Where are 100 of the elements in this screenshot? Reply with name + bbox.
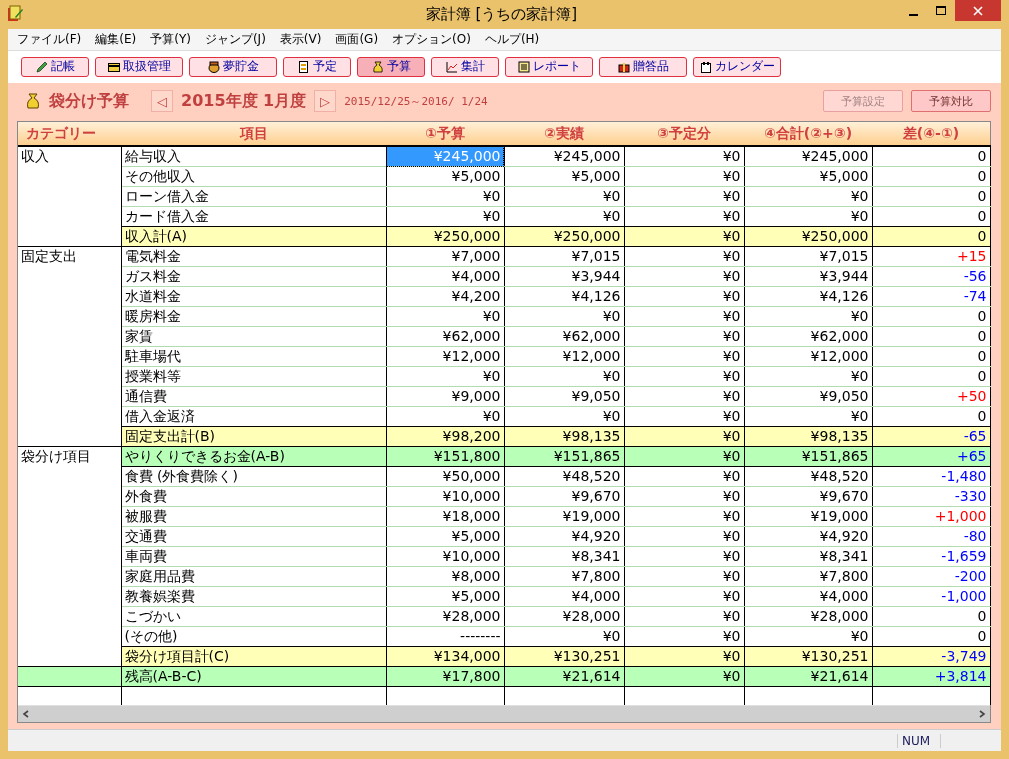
menu-item[interactable]: 表示(V) [272,30,329,48]
toolbar-button[interactable]: 予定 [283,56,351,77]
header-button[interactable]: 予算対比 [911,90,991,112]
table-cell[interactable]: ¥12,000 [386,346,504,367]
menu-item[interactable]: 画面(G) [328,30,386,48]
table-cell: ¥9,670 [504,486,624,507]
table-cell: 0 [872,146,990,167]
table-cell[interactable]: ¥7,000 [386,246,504,267]
menu-item[interactable]: ファイル(F) [10,30,89,48]
table-cell[interactable]: ¥10,000 [386,486,504,507]
table-cell: ¥9,050 [744,386,872,407]
table-cell: ¥0 [624,486,744,507]
maximize-icon [936,5,946,16]
table-cell: ¥0 [624,606,744,627]
table-cell: ¥0 [744,406,872,427]
table-cell: ¥5,000 [744,166,872,187]
table-cell: ¥250,000 [504,226,624,247]
toolbar-button[interactable]: 夢貯金 [189,56,277,77]
table-cell[interactable]: ¥0 [386,366,504,387]
toolbar-button[interactable]: レポート [505,56,593,77]
column-header: ④合計(②+③) [744,122,872,146]
table-cell: 外食費 [121,486,386,507]
toolbar-button[interactable]: 予算 [357,56,425,77]
table-cell: ¥62,000 [744,326,872,347]
table-cell[interactable]: ¥0 [386,306,504,327]
table-cell: -3,749 [872,646,990,667]
menu-item[interactable]: オプション(O) [385,30,478,48]
toolbar-button[interactable]: 記帳 [21,56,89,77]
column-header: ①予算 [386,122,504,146]
table-cell[interactable]: ¥0 [386,406,504,427]
toolbar-button[interactable]: 取扱管理 [95,56,183,77]
table-cell: ¥8,341 [504,546,624,567]
table-cell[interactable]: ¥98,200 [386,426,504,447]
table-cell: 家賃 [121,326,386,347]
table-cell: ¥0 [504,626,624,647]
table-cell[interactable]: ¥250,000 [386,226,504,247]
table-cell: ¥0 [744,626,872,647]
table-cell: +3,814 [872,666,990,687]
table-cell: ¥19,000 [744,506,872,527]
table-cell[interactable]: ¥0 [386,186,504,207]
table-cell[interactable]: ¥8,000 [386,566,504,587]
menu-item[interactable]: 編集(E) [88,30,144,48]
table-cell: +1,000 [872,506,990,527]
menu-item[interactable]: ジャンプ(J) [197,30,273,48]
table-cell: 0 [872,166,990,187]
table-cell: 車両費 [121,546,386,567]
table-cell: ¥12,000 [744,346,872,367]
table-cell[interactable]: ¥50,000 [386,466,504,487]
table-cell[interactable]: ¥4,000 [386,266,504,287]
table-cell[interactable]: ¥0 [386,206,504,227]
table-cell[interactable]: -------- [386,626,504,647]
menu-item[interactable]: ヘルプ(H) [477,30,547,48]
table-cell: 通信費 [121,386,386,407]
table-cell: 交通費 [121,526,386,547]
pot-icon [207,60,220,73]
table-cell: やりくりできるお金(A-B) [121,446,386,467]
card-icon [107,60,120,73]
table-cell: +65 [872,446,990,467]
table-cell: -1,000 [872,586,990,607]
table-cell: ¥0 [504,366,624,387]
previous-button[interactable]: ◁ [151,90,173,112]
table-cell: ¥0 [504,206,624,227]
table-cell: ¥0 [744,306,872,327]
scroll-right-icon [978,710,986,718]
horizontal-scrollbar[interactable] [18,705,990,722]
table-cell[interactable]: ¥18,000 [386,506,504,527]
table-cell: ¥0 [624,666,744,687]
table-cell: ¥0 [504,186,624,207]
table-cell: 0 [872,186,990,207]
table-cell[interactable]: ¥17,800 [386,666,504,687]
table-cell: ¥12,000 [504,346,624,367]
money-bag-icon [371,60,384,73]
table-cell: 水道料金 [121,286,386,307]
table-cell[interactable]: ¥5,000 [386,166,504,187]
list-icon [517,60,530,73]
table-cell[interactable]: ¥5,000 [386,586,504,607]
table-cell[interactable]: ¥28,000 [386,606,504,627]
toolbar-button[interactable]: カレンダー [693,56,781,77]
table-cell[interactable]: ¥10,000 [386,546,504,567]
table-cell: 借入金返済 [121,406,386,427]
toolbar-button[interactable]: 集計 [431,56,499,77]
pencil-icon [35,60,48,73]
table-cell: ¥3,944 [744,266,872,287]
table-cell: ¥0 [624,526,744,547]
table-cell[interactable]: ¥151,800 [386,446,504,467]
table-cell: こづかい [121,606,386,627]
table-cell[interactable]: ¥62,000 [386,326,504,347]
table-cell[interactable]: ¥9,000 [386,386,504,407]
table-cell[interactable]: ¥134,000 [386,646,504,667]
table-cell: ¥0 [624,166,744,187]
table-cell[interactable]: ¥4,200 [386,286,504,307]
table-cell: ¥28,000 [504,606,624,627]
minimize-icon [908,13,918,16]
table-cell: ¥0 [624,326,744,347]
toolbar-button[interactable]: 贈答品 [599,56,687,77]
menu-item[interactable]: 予算(Y) [143,30,198,48]
document-icon [297,60,310,73]
table-cell[interactable]: ¥5,000 [386,526,504,547]
next-button[interactable]: ▷ [314,90,337,112]
table-cell: その他収入 [121,166,386,187]
